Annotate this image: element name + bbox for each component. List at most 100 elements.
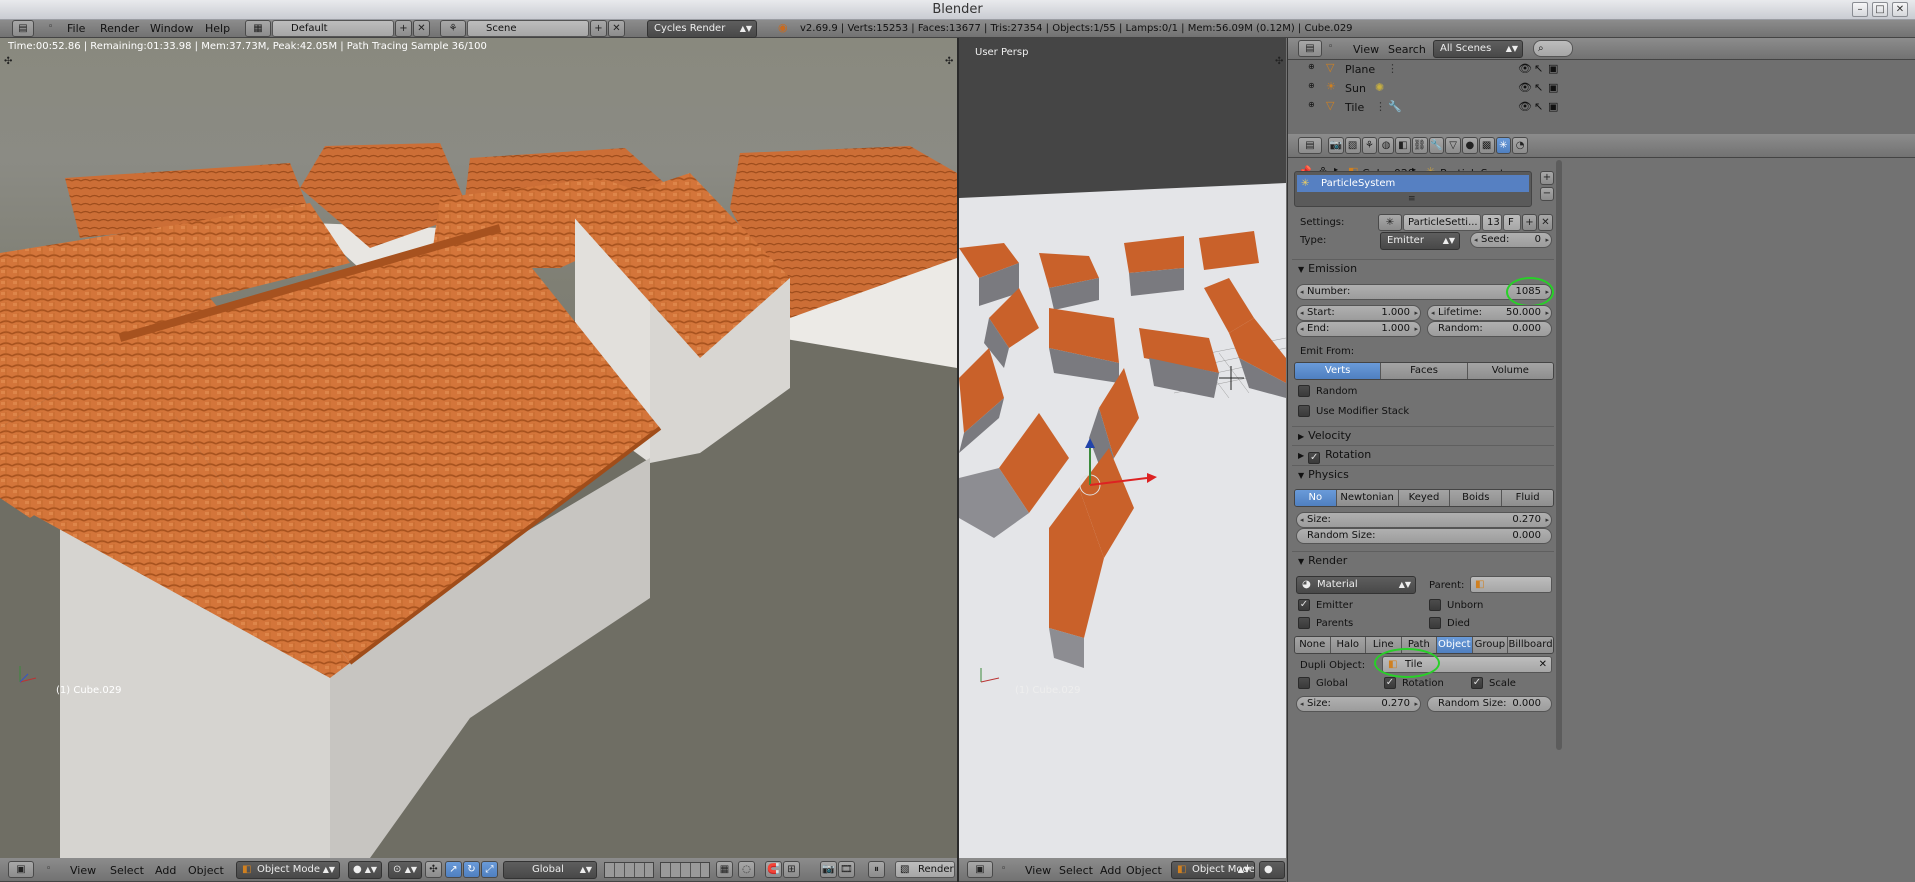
editor-type-icon[interactable]: ▣ xyxy=(967,861,993,878)
remove-layout-icon[interactable]: ✕ xyxy=(413,20,430,37)
rotation-enable-checkbox[interactable]: ✓ xyxy=(1308,452,1321,464)
collapse-menu-icon[interactable]: ◦ xyxy=(1328,42,1333,52)
rotation-checkbox[interactable]: ✓ xyxy=(1384,677,1396,689)
parent-field[interactable]: ◧ xyxy=(1470,576,1552,593)
particles-tab-icon[interactable]: ✳ xyxy=(1495,137,1512,154)
data-tab-icon[interactable]: ▽ xyxy=(1445,137,1461,154)
emit-from-verts-button[interactable]: Verts xyxy=(1295,363,1382,379)
expand-icon[interactable]: ⊕ xyxy=(1308,81,1315,90)
outliner-search-menu[interactable]: Search xyxy=(1388,43,1426,56)
add-scene-icon[interactable]: + xyxy=(590,20,607,37)
lifetime-field[interactable]: ◂ Lifetime: 50.000 ▸ xyxy=(1427,305,1552,321)
physics-size-field[interactable]: ◂ Size: 0.270 ▸ xyxy=(1296,512,1552,528)
start-field[interactable]: ◂ Start: 1.000 ▸ xyxy=(1296,305,1421,321)
pause-render-icon[interactable]: ⏸ xyxy=(868,861,885,878)
rendered-viewport[interactable]: Time:00:52.86 | Remaining:01:33.98 | Mem… xyxy=(0,38,957,858)
remove-particle-system-button[interactable]: − xyxy=(1540,187,1554,201)
menu-object[interactable]: Object xyxy=(188,864,224,877)
layer-buttons-a[interactable] xyxy=(604,862,654,878)
render-none-button[interactable]: None xyxy=(1295,637,1331,653)
render-engine-dropdown[interactable]: Cycles Render ▲▼ xyxy=(647,20,757,38)
mode-dropdown[interactable]: ◧ Object Mode ▲▼ xyxy=(1171,861,1255,879)
physics-newtonian-button[interactable]: Newtonian xyxy=(1336,490,1399,506)
render-object-button[interactable]: Object xyxy=(1437,637,1473,653)
render-camera-icon[interactable]: ▣ xyxy=(1548,62,1558,75)
emit-from-faces-button[interactable]: Faces xyxy=(1381,363,1468,379)
particle-system-item[interactable]: ✳ ParticleSystem xyxy=(1297,175,1529,192)
new-settings-icon[interactable]: + xyxy=(1522,214,1537,231)
settings-users-count[interactable]: 13 xyxy=(1482,214,1502,231)
layer-buttons-b[interactable] xyxy=(660,862,710,878)
editor-type-icon[interactable]: ▤ xyxy=(1298,40,1322,57)
menu-file[interactable]: File xyxy=(67,22,85,35)
close-window-button[interactable]: ✕ xyxy=(1892,2,1908,17)
render-layer-field[interactable]: ▧ RenderLayer xyxy=(895,861,955,878)
physics-keyed-button[interactable]: Keyed xyxy=(1398,490,1451,506)
particle-settings-field[interactable]: ParticleSetti... xyxy=(1403,214,1481,231)
render-camera-icon[interactable]: ▣ xyxy=(1548,81,1558,94)
render-opengl-icon[interactable]: 📷 xyxy=(820,861,837,878)
material-tab-icon[interactable]: ● xyxy=(1462,137,1478,154)
visibility-eye-icon[interactable]: 👁 xyxy=(1518,100,1532,113)
outliner-search-field[interactable]: ⌕ xyxy=(1533,40,1573,57)
render-camera-icon[interactable]: ▣ xyxy=(1548,100,1558,113)
layer-lock-icon[interactable]: ▦ xyxy=(716,861,733,878)
outliner-view-menu[interactable]: View xyxy=(1353,43,1379,56)
maximize-button[interactable]: □ xyxy=(1872,2,1888,17)
properties-scrollbar[interactable] xyxy=(1556,160,1562,750)
shading-dropdown[interactable]: ● xyxy=(1259,861,1285,879)
use-modifier-stack-checkbox[interactable] xyxy=(1298,405,1310,417)
translate-manipulator-icon[interactable]: ↗ xyxy=(445,861,462,878)
mode-dropdown[interactable]: ◧ Object Mode ▲▼ xyxy=(236,861,340,879)
menu-view[interactable]: View xyxy=(70,864,96,877)
snap-element-icon[interactable]: ⊞ xyxy=(783,861,800,878)
scene-tab-icon[interactable]: ⚘ xyxy=(1361,137,1378,154)
menu-add[interactable]: Add xyxy=(155,864,176,877)
died-checkbox[interactable] xyxy=(1429,617,1441,629)
render-size-field[interactable]: ◂ Size: 0.270 ▸ xyxy=(1296,696,1421,712)
menu-view[interactable]: View xyxy=(1025,864,1051,877)
random-checkbox[interactable] xyxy=(1298,385,1310,397)
screen-layout-field[interactable]: Default xyxy=(272,20,394,37)
display-mode-dropdown[interactable]: All Scenes ▲▼ xyxy=(1433,40,1523,58)
select-arrow-icon[interactable]: ↖ xyxy=(1534,100,1543,113)
minimize-button[interactable]: – xyxy=(1852,2,1868,17)
menu-render[interactable]: Render xyxy=(100,22,139,35)
visibility-eye-icon[interactable]: 👁 xyxy=(1518,62,1532,75)
manipulator-toggle-icon[interactable]: ✣ xyxy=(425,861,442,878)
renderlayer-tab-icon[interactable]: ▧ xyxy=(1344,137,1361,154)
physics-no-button[interactable]: No xyxy=(1295,490,1337,506)
shading-dropdown[interactable]: ● ▲▼ xyxy=(348,861,382,879)
menu-add[interactable]: Add xyxy=(1100,864,1121,877)
end-field[interactable]: ◂ End: 1.000 ▸ xyxy=(1296,321,1421,337)
emitter-checkbox[interactable]: ✓ xyxy=(1298,599,1310,611)
random-lifetime-field[interactable]: Random: 0.000 xyxy=(1427,321,1552,337)
outliner-row[interactable]: ⊕ ☀ Sun ✺ 👁 ↖ ▣ xyxy=(1288,79,1568,97)
corner-icon[interactable]: ✣ xyxy=(1275,56,1283,67)
select-arrow-icon[interactable]: ↖ xyxy=(1534,81,1543,94)
corner-icon[interactable]: ✣ xyxy=(4,56,12,67)
particle-type-dropdown[interactable]: Emitter ▲▼ xyxy=(1380,232,1460,250)
physics-boids-button[interactable]: Boids xyxy=(1450,490,1503,506)
render-panel-header[interactable]: ▼ Render xyxy=(1292,551,1554,569)
emission-panel-header[interactable]: ▼ Emission xyxy=(1292,259,1554,277)
modifiers-tab-icon[interactable]: 🔧 xyxy=(1428,137,1445,154)
render-halo-button[interactable]: Halo xyxy=(1330,637,1367,653)
visibility-eye-icon[interactable]: 👁 xyxy=(1518,81,1532,94)
screen-layout-icon[interactable]: ▦ xyxy=(245,20,271,37)
menu-select[interactable]: Select xyxy=(110,864,144,877)
texture-tab-icon[interactable]: ▩ xyxy=(1478,137,1495,154)
parents-checkbox[interactable] xyxy=(1298,617,1310,629)
emit-from-volume-button[interactable]: Volume xyxy=(1467,363,1553,379)
scene-field[interactable]: Scene xyxy=(467,20,589,37)
expand-icon[interactable]: ⊕ xyxy=(1308,100,1315,109)
expand-icon[interactable]: ⊕ xyxy=(1308,62,1315,71)
list-resize-icon[interactable]: ≡ xyxy=(1408,194,1416,204)
menu-help[interactable]: Help xyxy=(205,22,230,35)
physics-tab-icon[interactable]: ◔ xyxy=(1512,137,1528,154)
select-arrow-icon[interactable]: ↖ xyxy=(1534,62,1543,75)
collapse-menu-icon[interactable]: ◦ xyxy=(1001,864,1006,874)
rotate-manipulator-icon[interactable]: ↻ xyxy=(463,861,480,878)
editor-type-icon[interactable]: ▤ xyxy=(1298,137,1322,154)
physics-panel-header[interactable]: ▼ Physics xyxy=(1292,465,1554,483)
